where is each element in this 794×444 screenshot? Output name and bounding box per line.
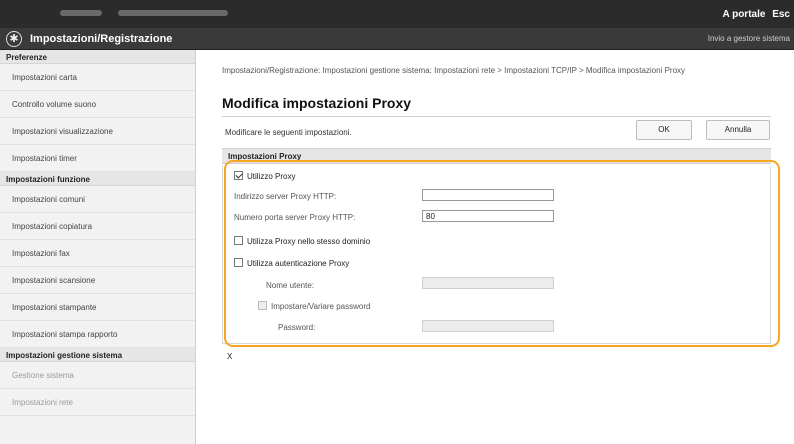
- sidebar-item-scan[interactable]: Impostazioni scansione: [0, 267, 195, 294]
- title-bar: ✱ Impostazioni/Registrazione Invio a ges…: [0, 28, 794, 50]
- app-title: Impostazioni/Registrazione: [30, 33, 173, 45]
- page-top-icon[interactable]: X: [227, 352, 232, 361]
- sidebar-item-network[interactable]: Impostazioni rete: [0, 389, 195, 416]
- portal-link[interactable]: A portale: [722, 9, 765, 20]
- obscured-text: [118, 10, 228, 16]
- settings-icon: ✱: [6, 31, 22, 47]
- sidebar-heading-preferences: Preferenze: [0, 50, 195, 64]
- obscured-text: [60, 10, 102, 16]
- sidebar-item-report[interactable]: Impostazioni stampa rapporto: [0, 321, 195, 348]
- sidebar-heading-system: Impostazioni gestione sistema: [0, 348, 195, 362]
- sidebar-item-display[interactable]: Impostazioni visualizzazione: [0, 118, 195, 145]
- ok-button[interactable]: OK: [636, 120, 692, 140]
- top-bar: A portale Esc: [0, 0, 794, 28]
- sidebar-item-fax[interactable]: Impostazioni fax: [0, 240, 195, 267]
- cancel-button[interactable]: Annulla: [706, 120, 770, 140]
- breadcrumb: Impostazioni/Registrazione: Impostazioni…: [222, 66, 686, 75]
- sidebar-item-paper[interactable]: Impostazioni carta: [0, 64, 195, 91]
- sidebar-item-volume[interactable]: Controllo volume suono: [0, 91, 195, 118]
- sidebar-item-timer[interactable]: Impostazioni timer: [0, 145, 195, 172]
- instruction-text: Modificare le seguenti impostazioni.: [225, 128, 352, 137]
- sidebar-item-copy[interactable]: Impostazioni copiatura: [0, 213, 195, 240]
- highlight-frame: [224, 160, 780, 347]
- system-manager-link[interactable]: Invio a gestore sistema: [708, 34, 790, 43]
- sidebar-item-printer[interactable]: Impostazioni stampante: [0, 294, 195, 321]
- portal-nav: A portale Esc: [718, 9, 790, 20]
- sidebar-heading-functions: Impostazioni funzione: [0, 172, 195, 186]
- sidebar-item-common[interactable]: Impostazioni comuni: [0, 186, 195, 213]
- page-title: Modifica impostazioni Proxy: [222, 95, 412, 111]
- divider: [222, 116, 771, 117]
- sidebar: Preferenze Impostazioni carta Controllo …: [0, 50, 196, 444]
- sidebar-item-system-management[interactable]: Gestione sistema: [0, 362, 195, 389]
- exit-link[interactable]: Esc: [772, 9, 790, 20]
